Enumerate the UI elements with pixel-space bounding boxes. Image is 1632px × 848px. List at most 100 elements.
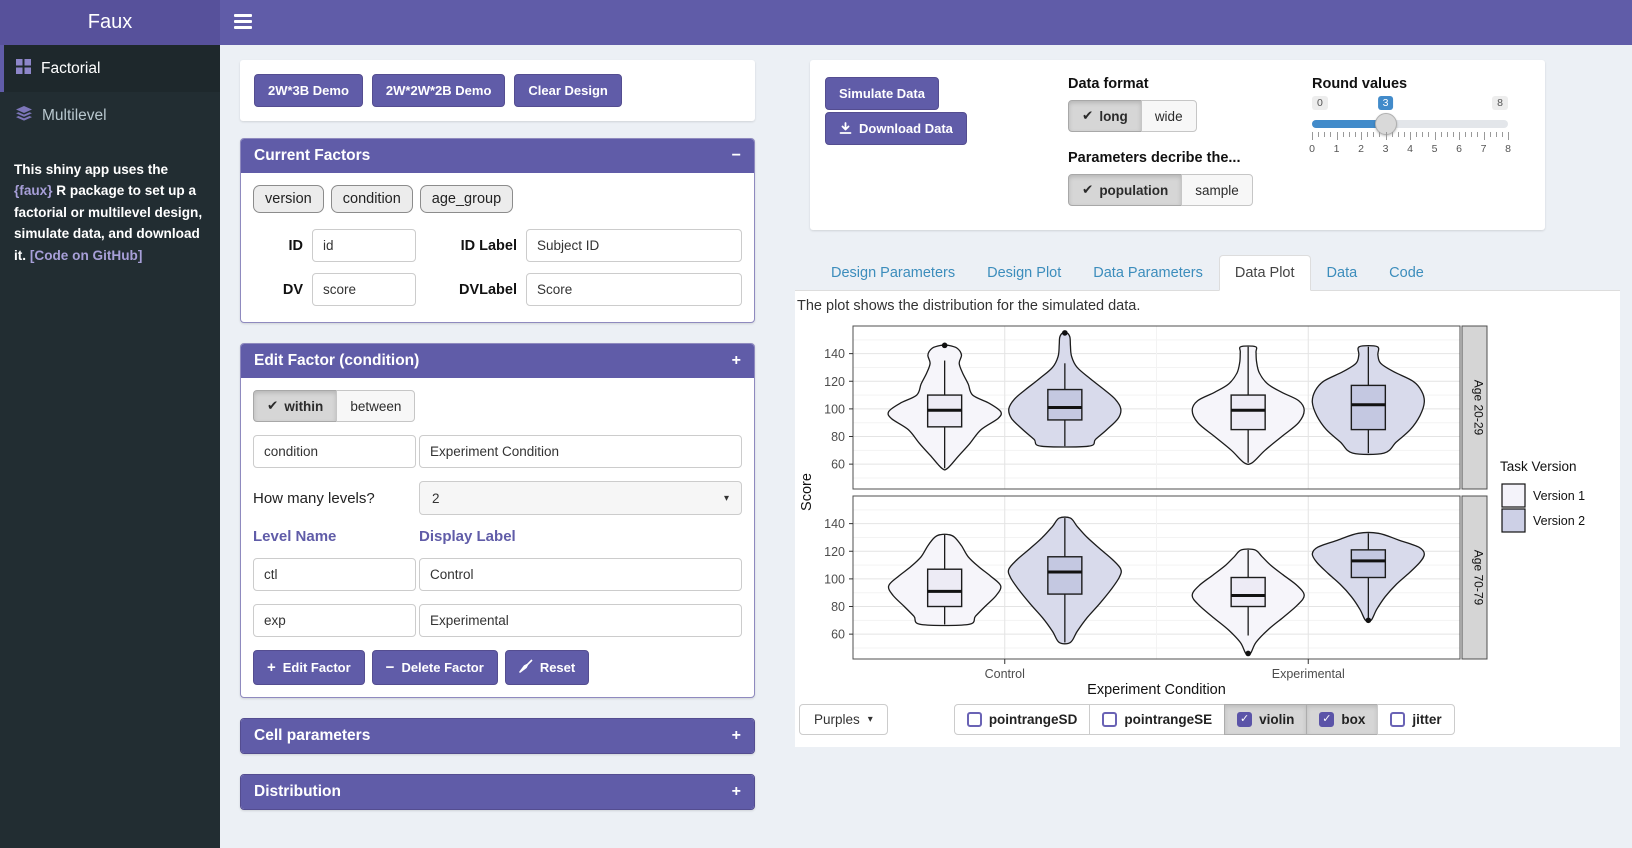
toggle-label: sample xyxy=(1195,183,1239,198)
slider-tick xyxy=(1416,132,1417,137)
slider-tick xyxy=(1508,132,1509,140)
format-wide[interactable]: wide xyxy=(1141,100,1197,132)
toggle-within[interactable]: ✔within xyxy=(253,390,337,422)
level-name-input-0[interactable] xyxy=(253,558,416,591)
reset-button[interactable]: Reset xyxy=(505,650,589,685)
slider-tick-label: 2 xyxy=(1358,143,1364,155)
simulate-data-button[interactable]: Simulate Data xyxy=(825,77,939,110)
edit-factor-button[interactable]: +Edit Factor xyxy=(253,650,365,685)
toggle-between[interactable]: between xyxy=(336,390,415,422)
description-text: This shiny app uses the xyxy=(14,162,168,177)
svg-text:Task Version: Task Version xyxy=(1500,459,1577,474)
svg-text:80: 80 xyxy=(831,430,845,444)
id-input[interactable] xyxy=(312,229,416,262)
svg-text:100: 100 xyxy=(824,402,845,416)
option-label: jitter xyxy=(1412,712,1441,727)
violin-plot: 6080100120140Age 20-296080100120140Age 7… xyxy=(797,319,1617,697)
app-title: Faux xyxy=(88,11,132,33)
slider-tick xyxy=(1453,132,1454,137)
navbar xyxy=(220,0,1632,45)
levels-count-value: 2 xyxy=(432,491,440,506)
download-data-button[interactable]: Download Data xyxy=(825,112,967,145)
dv-label-input[interactable] xyxy=(526,273,742,306)
palette-dropdown[interactable]: Purples ▾ xyxy=(799,704,888,735)
slider-tick xyxy=(1502,132,1503,137)
plot-controls-row: Purples ▾ pointrangeSD pointrangeSE✓violi… xyxy=(797,704,1618,735)
hamburger-menu-icon[interactable] xyxy=(234,14,254,31)
level-name-input-1[interactable] xyxy=(253,604,416,637)
option-label: pointrangeSD xyxy=(989,712,1078,727)
tab-data-parameters[interactable]: Data Parameters xyxy=(1077,255,1219,291)
slider-tick xyxy=(1386,132,1387,140)
distribution-header[interactable]: Distribution + xyxy=(241,775,754,809)
svg-text:140: 140 xyxy=(824,517,845,531)
svg-text:Control: Control xyxy=(985,667,1025,681)
tab-bar: Design ParametersDesign PlotData Paramet… xyxy=(795,255,1620,291)
slider-min-badge: 0 xyxy=(1312,96,1328,110)
collapse-minus-icon[interactable]: − xyxy=(732,148,741,164)
params-sample[interactable]: sample xyxy=(1181,174,1253,206)
tab-design-parameters[interactable]: Design Parameters xyxy=(815,255,971,291)
chevron-down-icon: ▾ xyxy=(724,493,729,504)
tab-design-plot[interactable]: Design Plot xyxy=(971,255,1077,291)
factor-label-input[interactable] xyxy=(419,435,742,468)
dv-input[interactable] xyxy=(312,273,416,306)
level-label-input-0[interactable] xyxy=(419,558,742,591)
github-link[interactable]: [Code on GitHub] xyxy=(30,248,143,263)
slider-tick xyxy=(1361,132,1362,140)
cell-parameters-header[interactable]: Cell parameters + xyxy=(241,719,754,753)
tab-code[interactable]: Code xyxy=(1373,255,1440,291)
option-label: box xyxy=(1341,712,1365,727)
demo-button-1[interactable]: 2W*3B Demo xyxy=(254,74,363,107)
slider-tick xyxy=(1490,132,1491,137)
slider-tick xyxy=(1324,132,1325,137)
edit-factor-header[interactable]: Edit Factor (condition) + xyxy=(241,344,754,378)
factor-name-input[interactable] xyxy=(253,435,416,468)
main-content: 2W*3B Demo 2W*2W*2B Demo Clear Design Curr… xyxy=(220,45,1632,848)
slider-tick-label: 7 xyxy=(1481,143,1487,155)
sidebar-description: This shiny app uses the {faux} R package… xyxy=(14,159,206,266)
option-violin[interactable]: ✓violin xyxy=(1224,704,1307,735)
slider-tick xyxy=(1441,132,1442,137)
factor-chip-age_group[interactable]: age_group xyxy=(420,185,513,213)
collapse-plus-icon[interactable]: + xyxy=(732,784,741,800)
demo-button-2[interactable]: 2W*2W*2B Demo xyxy=(372,74,505,107)
plot-option-group: pointrangeSD pointrangeSE✓violin✓box jitte… xyxy=(954,704,1455,735)
option-jitter[interactable]: jitter xyxy=(1377,704,1454,735)
plot-caption: The plot shows the distribution for the … xyxy=(797,298,1618,314)
current-factors-header[interactable]: Current Factors − xyxy=(241,139,754,173)
slider-tick xyxy=(1459,132,1460,140)
level-name-header: Level Name xyxy=(253,528,416,545)
check-icon: ✔ xyxy=(1082,108,1093,124)
toggle-label: wide xyxy=(1155,109,1183,124)
checkbox-unchecked-icon xyxy=(967,712,982,727)
box-title: Edit Factor (condition) xyxy=(254,352,419,370)
factor-chip-condition[interactable]: condition xyxy=(331,185,413,213)
option-box[interactable]: ✓box xyxy=(1306,704,1378,735)
app-logo: Faux xyxy=(0,0,220,45)
slider-tick-label: 4 xyxy=(1407,143,1413,155)
option-pointrangeSE[interactable]: pointrangeSE xyxy=(1089,704,1225,735)
delete-factor-button[interactable]: −Delete Factor xyxy=(372,650,498,685)
factor-chip-version[interactable]: version xyxy=(253,185,324,213)
box-title: Distribution xyxy=(254,783,341,801)
tab-data[interactable]: Data xyxy=(1311,255,1374,291)
svg-text:Score: Score xyxy=(799,473,815,511)
svg-text:80: 80 xyxy=(831,600,845,614)
option-pointrangeSD[interactable]: pointrangeSD xyxy=(954,704,1091,735)
collapse-plus-icon[interactable]: + xyxy=(732,728,741,744)
faux-package-link[interactable]: {faux} xyxy=(14,183,53,198)
sidebar-item-factorial[interactable]: Factorial xyxy=(0,45,220,92)
level-label-input-1[interactable] xyxy=(419,604,742,637)
demo-button-3[interactable]: Clear Design xyxy=(514,74,621,107)
levels-count-select[interactable]: 2 ▾ xyxy=(419,481,742,515)
sidebar-item-multilevel[interactable]: Multilevel xyxy=(0,92,220,139)
factor-chip-row: versionconditionage_group xyxy=(253,185,742,213)
tab-data-plot[interactable]: Data Plot xyxy=(1219,255,1311,291)
id-label-input[interactable] xyxy=(526,229,742,262)
params-population[interactable]: ✔population xyxy=(1068,174,1182,206)
edit-factor-box: Edit Factor (condition) + ✔withinbetween… xyxy=(240,343,755,698)
svg-text:140: 140 xyxy=(824,347,845,361)
format-long[interactable]: ✔long xyxy=(1068,100,1142,132)
collapse-plus-icon[interactable]: + xyxy=(732,353,741,369)
